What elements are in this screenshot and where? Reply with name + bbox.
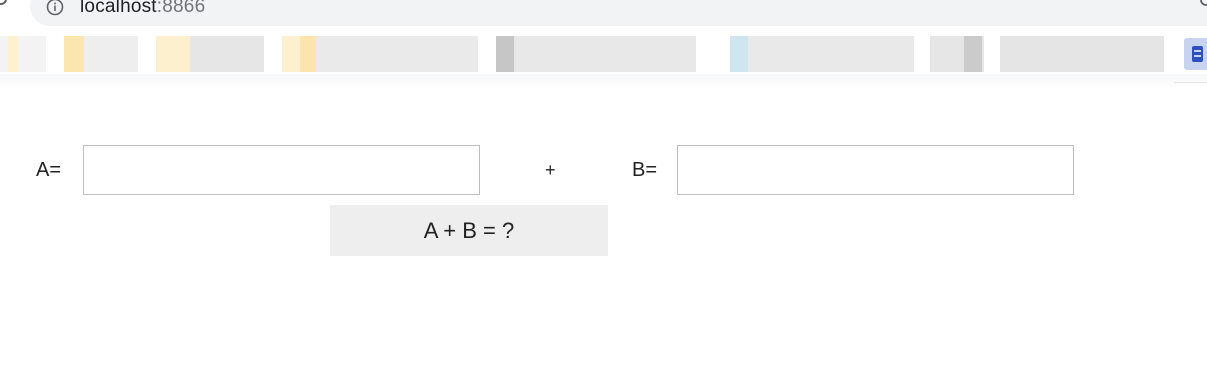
bookmark-item-blurred[interactable]: [0, 36, 46, 72]
bookmark-favicon-blurred: [496, 36, 514, 72]
bookmarks-bar-divider: [0, 74, 1207, 90]
divider: [1174, 82, 1207, 83]
bookmark-favicon-blurred: [300, 36, 316, 72]
reload-icon[interactable]: [0, 0, 10, 8]
bookmark-icon[interactable]: [1184, 38, 1207, 70]
bookmark-favicon-blurred: [156, 36, 190, 72]
info-icon[interactable]: [46, 0, 64, 16]
zoom-icon[interactable]: [1198, 0, 1207, 10]
plus-sign: +: [545, 160, 556, 180]
url-host: localhost: [80, 0, 157, 17]
bookmark-item-blurred[interactable]: [514, 36, 696, 72]
bookmark-item-blurred[interactable]: [190, 36, 264, 72]
calculate-button[interactable]: A + B = ?: [330, 205, 608, 256]
address-bar[interactable]: [30, 0, 1207, 26]
bookmark-item-blurred[interactable]: [316, 36, 478, 72]
browser-toolbar: localhost:8866: [0, 0, 1207, 34]
bookmark-favicon-blurred: [8, 36, 18, 72]
bookmark-item-blurred[interactable]: [1000, 36, 1164, 72]
bookmark-favicon-blurred: [64, 36, 84, 72]
bookmarks-bar: [0, 34, 1207, 74]
bookmark-favicon-blurred: [964, 36, 982, 72]
url-port: :8866: [156, 0, 206, 17]
input-a[interactable]: [83, 145, 480, 195]
label-a: A=: [36, 159, 62, 181]
input-b[interactable]: [677, 145, 1074, 195]
url-text[interactable]: localhost:8866: [80, 0, 205, 18]
bookmark-favicon-blurred: [730, 36, 748, 72]
bookmark-item-blurred[interactable]: [84, 36, 138, 72]
bookmark-item-blurred[interactable]: [748, 36, 914, 72]
bookmark-favicon-blurred: [282, 36, 300, 72]
label-b: B=: [632, 159, 658, 181]
